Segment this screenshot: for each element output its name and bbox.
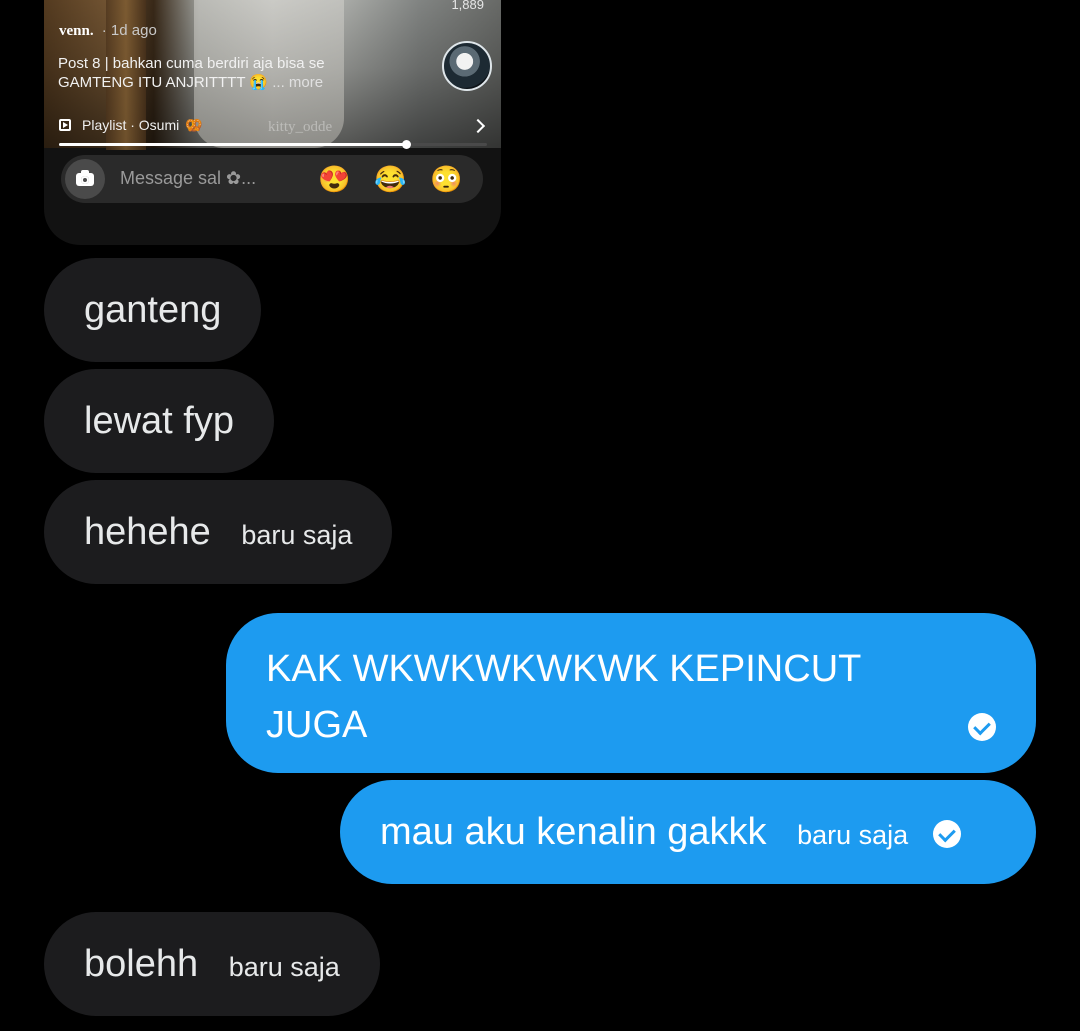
message-text: hehehe [84, 511, 211, 553]
reel-time-ago: · 1d ago [101, 22, 157, 39]
reel-progress-fill [59, 143, 406, 146]
reaction-flushed[interactable]: 😳 [430, 164, 462, 194]
reel-message-input[interactable]: Message sal ✿... [120, 168, 256, 189]
reel-progress-knob[interactable] [401, 140, 411, 149]
check-circle-icon [932, 820, 961, 848]
reel-author-row: venn. · 1d ago [59, 22, 157, 40]
check-circle-icon [968, 713, 996, 741]
playlist-label: Playlist · Osumi 🥨 kitty_odde [82, 117, 332, 135]
reel-author-avatar[interactable] [442, 41, 492, 91]
reel-progress-bar[interactable] [59, 140, 487, 149]
message-timestamp: baru saja [241, 520, 353, 550]
message-text-line: JUGA [266, 704, 368, 746]
reel-playlist-row[interactable]: Playlist · Osumi 🥨 kitty_odde [44, 111, 501, 141]
message-text: lewat fyp [84, 400, 234, 442]
playlist-icon [59, 119, 71, 131]
reel-message-bar[interactable]: Message sal ✿... 😍 😂 😳 [61, 155, 483, 203]
reel-caption-more-link[interactable]: ... more [272, 74, 323, 91]
reel-view-count: 1,889 [451, 0, 484, 12]
playlist-emoji: 🥨 [185, 117, 203, 133]
message-bubble-outgoing[interactable]: KAK WKWKWKWKWK KEPINCUT JUGA [226, 613, 1036, 773]
message-text: ganteng [84, 289, 222, 331]
message-timestamp: baru saja [228, 952, 340, 982]
reaction-laughing[interactable]: 😂 [374, 164, 406, 194]
playlist-label-text: Playlist · Osumi [82, 117, 180, 133]
camera-icon [76, 170, 94, 186]
reel-caption: Post 8 | bahkan cuma berdiri aja bisa se… [58, 54, 388, 92]
message-text: mau aku kenalin gakkk [380, 811, 767, 853]
reaction-heart-eyes[interactable]: 😍 [318, 164, 350, 194]
shared-reel-card[interactable]: 1,889 venn. · 1d ago Post 8 | bahkan cum… [44, 0, 501, 245]
message-bubble-incoming[interactable]: lewat fyp [44, 369, 274, 473]
message-text-line: KAK WKWKWKWKWK KEPINCUT [266, 648, 862, 690]
message-bubble-outgoing[interactable]: mau aku kenalin gakkk baru saja [340, 780, 1036, 884]
message-bubble-incoming[interactable]: bolehh baru saja [44, 912, 380, 1016]
message-bubble-incoming[interactable]: hehehe baru saja [44, 480, 393, 584]
camera-button[interactable] [65, 159, 105, 199]
message-bubble-incoming[interactable]: ganteng [44, 258, 262, 362]
message-text: bolehh [84, 943, 199, 985]
reel-author-name[interactable]: venn. [59, 23, 94, 39]
reel-watermark: kitty_odde [268, 119, 333, 135]
chevron-right-icon[interactable] [470, 118, 486, 134]
message-timestamp: baru saja [797, 820, 909, 850]
